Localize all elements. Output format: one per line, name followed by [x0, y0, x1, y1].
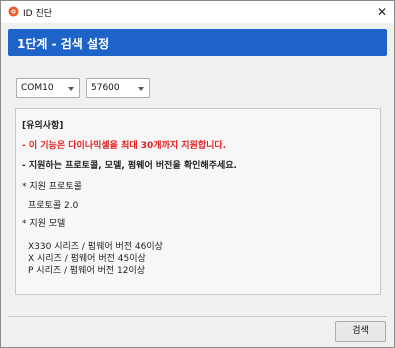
- close-icon[interactable]: ✕: [372, 3, 392, 21]
- notice-warning: - 이 기능은 다이나믹셀을 최대 30개까지 지원합니다.: [22, 141, 227, 151]
- step-title: 1단계 - 검색 설정: [17, 37, 110, 51]
- chevron-down-icon: [138, 87, 144, 91]
- id-diagnosis-window: ID 진단 ✕ 1단계 - 검색 설정 COM10 57600 [유의사항] -…: [0, 0, 395, 348]
- notice-panel: [유의사항] - 이 기능은 다이나믹셀을 최대 30개까지 지원합니다. - …: [15, 108, 381, 295]
- model-heading: * 지원 모델: [22, 219, 66, 229]
- baudrate-value: 57600: [91, 83, 120, 93]
- app-icon: [8, 6, 19, 17]
- notice-heading: [유의사항]: [22, 121, 64, 131]
- step-header: 1단계 - 검색 설정: [8, 29, 387, 56]
- notice-check: - 지원하는 프로토콜, 모델, 펌웨어 버전을 확인해주세요.: [22, 161, 237, 171]
- chevron-down-icon: [68, 87, 74, 91]
- title-bar: ID 진단 ✕: [1, 1, 394, 23]
- baudrate-select[interactable]: 57600: [86, 78, 150, 98]
- port-value: COM10: [21, 83, 54, 93]
- protocol-value: 프로토콜 2.0: [28, 201, 79, 211]
- search-button[interactable]: 검색: [335, 321, 386, 342]
- window-title: ID 진단: [23, 9, 53, 19]
- divider: [8, 316, 387, 317]
- model-item: P 시리즈 / 펌웨어 버전 12이상: [28, 266, 146, 276]
- protocol-heading: * 지원 프로토콜: [22, 182, 82, 192]
- port-select[interactable]: COM10: [16, 78, 80, 98]
